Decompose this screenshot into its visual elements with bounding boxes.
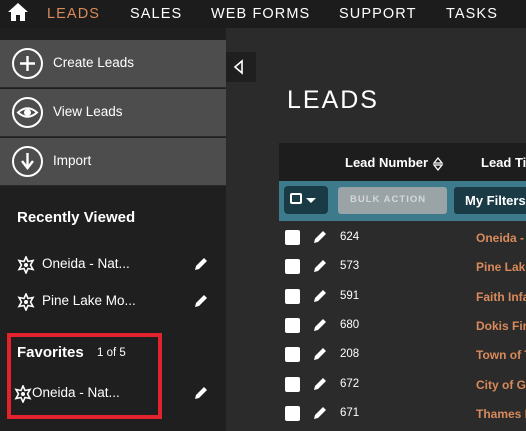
home-icon[interactable]	[7, 2, 29, 22]
pencil-icon[interactable]	[312, 405, 328, 421]
nav-item-support[interactable]: SUPPORT	[339, 6, 417, 22]
view-leads-button[interactable]: View Leads	[0, 89, 226, 137]
sort-icon[interactable]	[432, 156, 444, 172]
pencil-icon[interactable]	[192, 385, 209, 402]
table-row[interactable]: 591 Faith Infa	[279, 282, 526, 311]
lead-title-cell[interactable]: Pine Lake	[476, 260, 526, 274]
nav-item-sales[interactable]: SALES	[130, 6, 182, 22]
page-title: LEADS	[287, 86, 379, 114]
column-header-lead-number[interactable]: Lead Number	[345, 155, 428, 170]
gear-star-icon	[17, 256, 35, 274]
gear-star-icon	[17, 293, 35, 311]
row-checkbox[interactable]	[285, 230, 300, 245]
download-circle-icon	[12, 146, 43, 177]
row-checkbox[interactable]	[285, 259, 300, 275]
recent-item-label[interactable]: Oneida - Nat...	[42, 256, 130, 271]
pencil-icon[interactable]	[312, 346, 328, 362]
checkbox-icon	[290, 193, 302, 204]
top-navigation-bar: LEADS SALES WEB FORMS SUPPORT TASKS	[0, 0, 526, 28]
create-leads-button[interactable]: Create Leads	[0, 40, 226, 88]
lead-title-cell[interactable]: Faith Infa	[476, 290, 526, 304]
favorites-highlight-box	[7, 333, 162, 419]
table-header: Lead Number Lead Tit	[279, 143, 526, 181]
recent-item[interactable]: Pine Lake Mo...	[0, 287, 226, 317]
row-checkbox[interactable]	[285, 317, 300, 333]
triangle-left-icon	[233, 59, 243, 75]
lead-number-cell: 573	[340, 260, 360, 273]
row-checkbox[interactable]	[285, 376, 300, 392]
lead-number-cell: 680	[340, 318, 360, 331]
table-row[interactable]: 680 Dokis Firs	[279, 311, 526, 340]
my-filters-button[interactable]: My Filters	[454, 187, 526, 214]
lead-title-cell[interactable]: Oneida -	[476, 231, 524, 245]
recent-item-label[interactable]: Pine Lake Mo...	[42, 293, 136, 308]
column-header-lead-title[interactable]: Lead Tit	[481, 155, 526, 170]
lead-number-cell: 591	[340, 289, 360, 302]
lead-title-cell[interactable]: Dokis Firs	[476, 319, 526, 333]
plus-circle-icon	[12, 48, 43, 79]
pencil-icon[interactable]	[192, 293, 209, 310]
eye-circle-icon	[12, 97, 43, 128]
row-checkbox[interactable]	[285, 347, 300, 363]
nav-item-web-forms[interactable]: WEB FORMS	[211, 6, 310, 22]
pencil-icon[interactable]	[312, 376, 328, 392]
select-all-dropdown[interactable]	[284, 186, 328, 214]
recent-item[interactable]: Oneida - Nat...	[0, 250, 226, 280]
pencil-icon[interactable]	[312, 317, 328, 333]
view-leads-label: View Leads	[53, 104, 123, 119]
pencil-icon[interactable]	[192, 256, 209, 273]
pencil-icon[interactable]	[312, 258, 328, 274]
table-row[interactable]: 624 Oneida -	[279, 223, 526, 252]
recently-viewed-heading: Recently Viewed	[17, 209, 136, 226]
nav-item-tasks[interactable]: TASKS	[446, 6, 498, 22]
table-row[interactable]: 672 City of Gu	[279, 370, 526, 399]
table-row[interactable]: 573 Pine Lake	[279, 252, 526, 281]
lead-number-cell: 208	[340, 348, 360, 361]
table-row[interactable]: 671 Thames R	[279, 399, 526, 428]
collapse-sidebar-button[interactable]	[226, 52, 256, 82]
row-checkbox[interactable]	[285, 288, 300, 304]
row-checkbox[interactable]	[285, 405, 300, 421]
pencil-icon[interactable]	[312, 288, 328, 304]
chevron-down-icon	[306, 198, 316, 203]
create-leads-label: Create Leads	[53, 55, 135, 70]
lead-number-cell: 672	[340, 377, 360, 390]
pencil-icon[interactable]	[312, 229, 328, 245]
lead-title-cell[interactable]: Thames R	[476, 407, 526, 421]
import-button[interactable]: Import	[0, 138, 226, 186]
lead-number-cell: 624	[340, 231, 360, 243]
bulk-action-button[interactable]: BULK ACTION	[338, 187, 447, 214]
import-label: Import	[53, 153, 92, 168]
lead-number-cell: 671	[340, 406, 360, 419]
table-row[interactable]: 208 Town of T	[279, 340, 526, 369]
lead-title-cell[interactable]: Town of T	[476, 348, 526, 362]
lead-title-cell[interactable]: City of Gu	[476, 378, 526, 392]
nav-item-leads[interactable]: LEADS	[47, 6, 100, 22]
